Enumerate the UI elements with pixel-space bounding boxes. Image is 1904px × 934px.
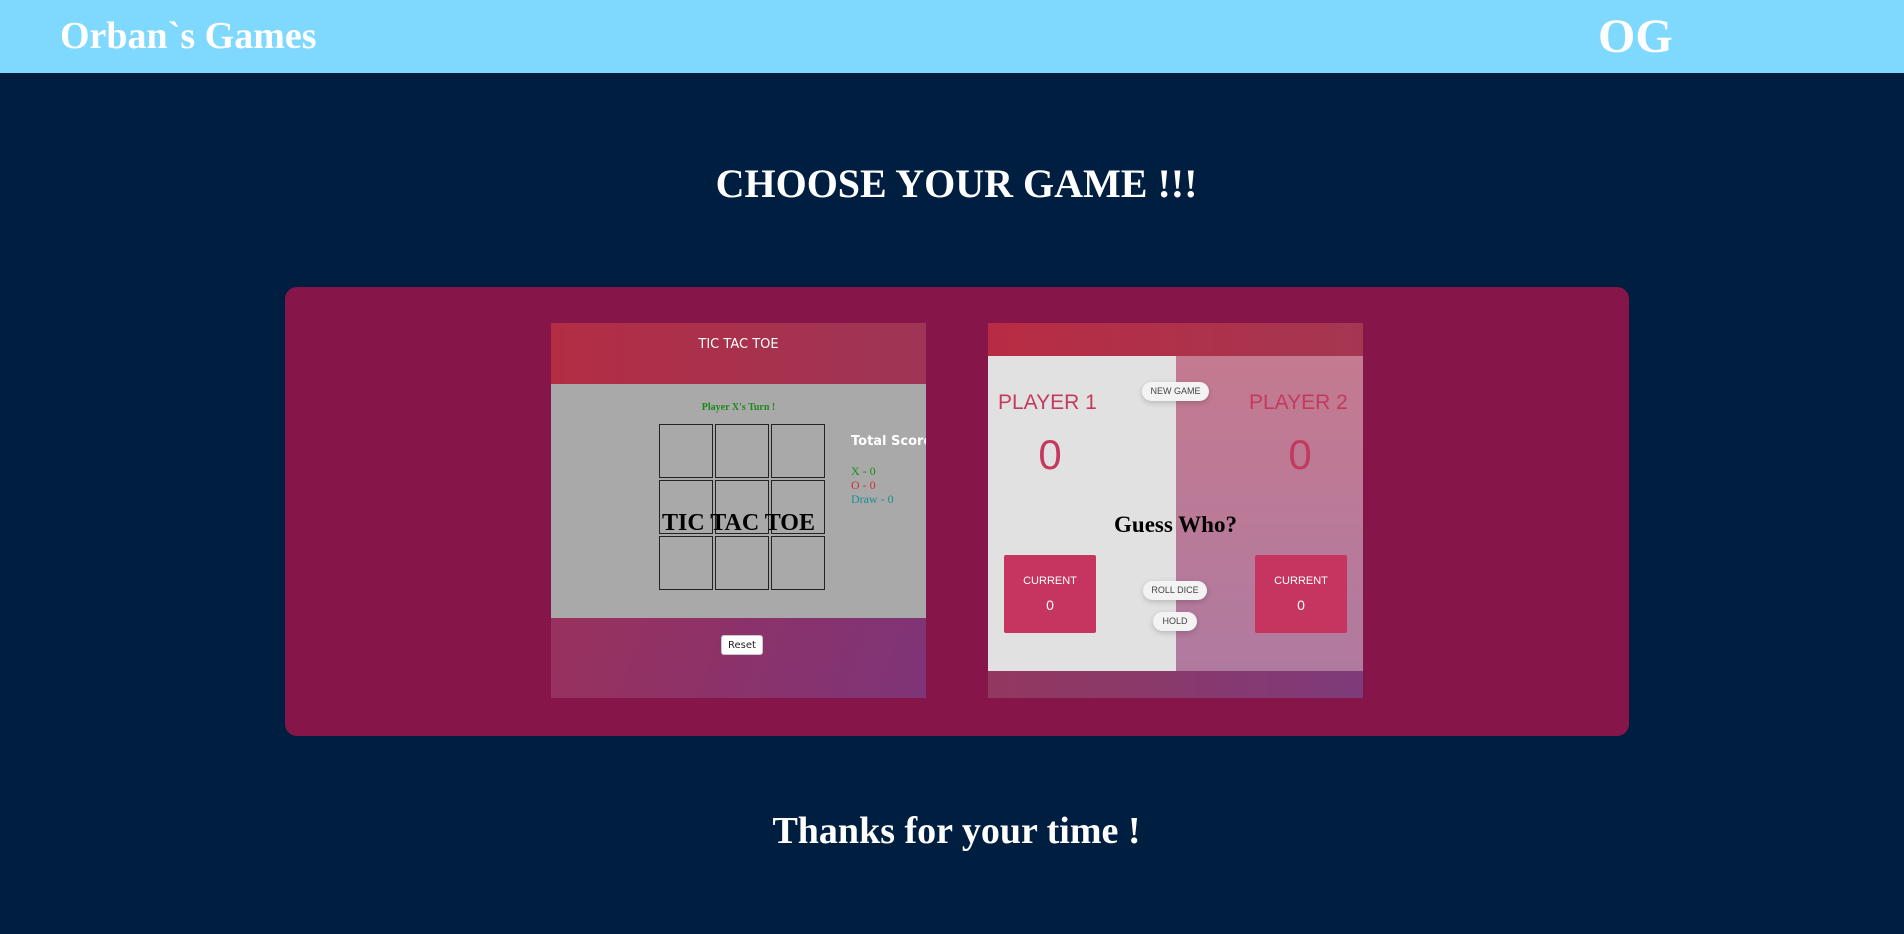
ttt-cell <box>659 536 713 590</box>
player2-name: PLAYER 2 <box>1249 391 1348 414</box>
player2-current-value: 0 <box>1297 597 1305 613</box>
ttt-cell <box>715 536 769 590</box>
player1-current-box: CURRENT 0 <box>1004 555 1096 633</box>
ttt-preview-footer <box>551 618 926 698</box>
ttt-grid <box>659 424 827 592</box>
ttt-cell <box>771 536 825 590</box>
current-label: CURRENT <box>1023 575 1077 587</box>
game-title-guess-who[interactable]: Guess Who? <box>988 511 1363 539</box>
logo: OG <box>1598 10 1673 63</box>
games-panel <box>285 287 1629 736</box>
game-card-guess-who[interactable]: PLAYER 1 PLAYER 2 0 0 NEW GAME ROLL DICE… <box>988 323 1363 698</box>
ttt-preview-title: TIC TAC TOE <box>698 337 779 352</box>
game-title-tic-tac-toe[interactable]: TIC TAC TOE <box>551 509 926 537</box>
ttt-score-title: Total Score <box>851 434 926 449</box>
ttt-cell <box>771 424 825 478</box>
ttt-cell <box>659 424 713 478</box>
hold-button: HOLD <box>1153 612 1197 631</box>
ttt-score-x: X - 0 <box>851 464 876 478</box>
player2-current-box: CURRENT 0 <box>1255 555 1347 633</box>
player1-score: 0 <box>1038 431 1062 478</box>
player1-name: PLAYER 1 <box>998 391 1097 414</box>
thanks-message: Thanks for your time ! <box>772 810 1141 852</box>
game-card-tic-tac-toe[interactable]: TIC TAC TOE Player X's Turn ! Total Scor… <box>551 323 926 698</box>
page-title: CHOOSE YOUR GAME !!! <box>715 161 1198 206</box>
ttt-preview-header: TIC TAC TOE <box>551 323 926 384</box>
ttt-turn-text: Player X's Turn ! <box>701 402 776 413</box>
ttt-reset-button: Reset <box>721 635 763 655</box>
pig-preview-top-bar <box>988 323 1363 356</box>
navbar: Orban`s Games OG <box>0 0 1904 73</box>
ttt-score-o: O - 0 <box>851 478 876 492</box>
ttt-cell <box>715 424 769 478</box>
new-game-button: NEW GAME <box>1142 382 1209 401</box>
brand-link[interactable]: Orban`s Games <box>60 14 317 58</box>
pig-preview-bottom-bar <box>988 671 1363 698</box>
player1-current-value: 0 <box>1046 597 1054 613</box>
current-label: CURRENT <box>1274 575 1328 587</box>
player2-score: 0 <box>1288 431 1312 478</box>
roll-dice-button: ROLL DICE <box>1143 581 1207 600</box>
ttt-score-draw: Draw - 0 <box>851 492 894 506</box>
